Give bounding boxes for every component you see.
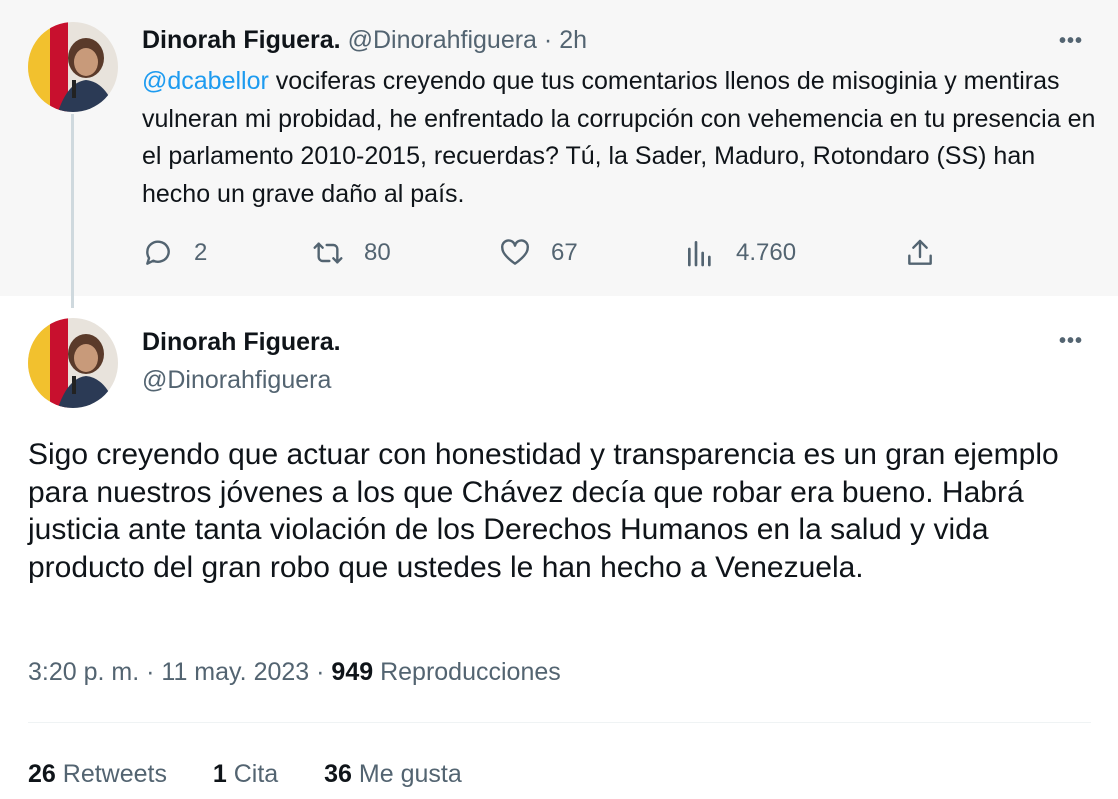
views-count: 4.760 [736, 239, 797, 266]
thread-connector-line [71, 114, 74, 308]
more-options-button[interactable]: ••• [1059, 330, 1083, 353]
views-count: 949 [331, 658, 374, 686]
avatar[interactable] [28, 22, 118, 112]
retweets-label: Retweets [62, 760, 167, 788]
engagement-stats: 26 Retweets 1 Cita 36 Me gusta [28, 760, 462, 789]
share-button[interactable] [904, 237, 936, 269]
parent-tweet-text: @dcabellor vociferas creyendo que tus co… [142, 63, 1097, 213]
header-separator: · [543, 26, 553, 54]
tweet-date[interactable]: 11 may. 2023 [161, 658, 309, 686]
parent-tweet[interactable]: Dinorah Figuera. @Dinorahfiguera · 2h ••… [0, 0, 1118, 308]
share-icon [908, 239, 932, 265]
heart-icon [501, 239, 529, 265]
reply-button[interactable]: 2 [142, 237, 207, 269]
tweet-time[interactable]: 3:20 p. m. [28, 658, 139, 686]
retweets-count: 26 [28, 760, 56, 788]
divider [28, 722, 1091, 723]
views-label: Reproducciones [380, 658, 561, 686]
more-options-button[interactable]: ••• [1059, 30, 1083, 53]
parent-tweet-header: Dinorah Figuera. @Dinorahfiguera · 2h [142, 26, 587, 55]
main-tweet-text: Sigo creyendo que actuar con honestidad … [28, 438, 1059, 584]
retweets-stat[interactable]: 26 Retweets [28, 760, 167, 788]
mention-link[interactable]: @dcabellor [142, 67, 269, 95]
parent-tweet-actions: 2 80 67 4.760 [0, 237, 1118, 277]
views-bar-chart-icon [688, 241, 711, 267]
more-horizontal-icon: ••• [1059, 30, 1084, 52]
reply-count: 2 [194, 239, 208, 266]
likes-label: Me gusta [358, 760, 462, 788]
likes-count: 36 [324, 760, 352, 788]
like-count: 67 [551, 239, 578, 266]
author-handle[interactable]: @Dinorahfiguera [348, 26, 537, 54]
avatar[interactable] [28, 318, 118, 408]
parent-tweet-body: vociferas creyendo que tus comentarios l… [142, 67, 1096, 208]
main-tweet: Dinorah Figuera. @Dinorahfiguera ••• Sig… [0, 296, 1118, 799]
metadata-separator: · [316, 658, 325, 686]
likes-stat[interactable]: 36 Me gusta [324, 760, 462, 788]
views-button[interactable]: 4.760 [684, 237, 796, 269]
reply-icon [146, 240, 170, 265]
retweet-icon [313, 242, 343, 264]
retweet-count: 80 [364, 239, 391, 266]
tweet-metadata: 3:20 p. m. · 11 may. 2023 · 949 Reproduc… [28, 658, 561, 687]
quotes-count: 1 [212, 760, 227, 788]
author-handle[interactable]: @Dinorahfiguera [142, 366, 331, 395]
author-name[interactable]: Dinorah Figuera. [142, 328, 341, 357]
metadata-separator: · [146, 658, 155, 686]
quotes-label: Cita [233, 760, 279, 788]
retweet-button[interactable]: 80 [312, 237, 391, 269]
tweet-time-ago[interactable]: 2h [559, 26, 587, 54]
author-name[interactable]: Dinorah Figuera. [142, 26, 341, 54]
more-horizontal-icon: ••• [1059, 330, 1084, 352]
quotes-stat[interactable]: 1 Cita [213, 760, 278, 788]
like-button[interactable]: 67 [499, 237, 578, 269]
